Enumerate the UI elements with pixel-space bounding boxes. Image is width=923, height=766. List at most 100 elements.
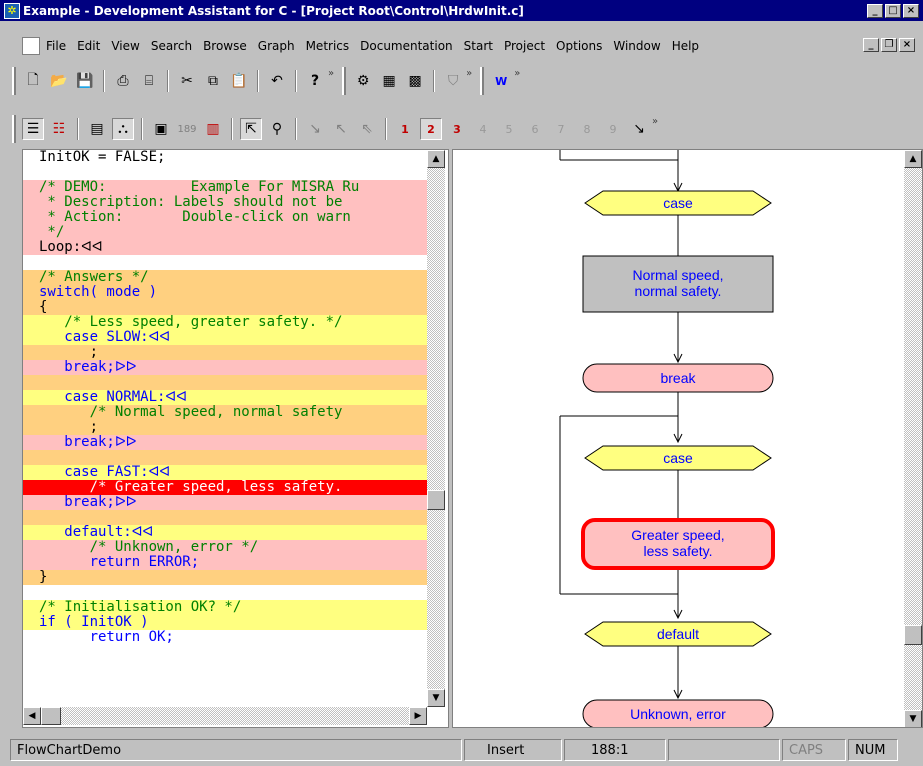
code-line[interactable]: * Action: Double-click on warn [23, 210, 427, 225]
menu-edit[interactable]: Edit [77, 39, 100, 53]
code-horizontal-scrollbar[interactable]: ◀ ▶ [23, 707, 427, 725]
help-icon[interactable]: ? [304, 70, 326, 92]
doc-close-button[interactable]: × [899, 38, 915, 52]
code-line[interactable]: /* Greater speed, less safety. [23, 480, 427, 495]
word-export-icon[interactable]: W [490, 70, 512, 92]
level-9-icon[interactable]: 9 [602, 118, 624, 140]
code-text[interactable]: InitOK = FALSE; /* DEMO: Example For MIS… [23, 150, 427, 707]
close-button[interactable]: × [903, 3, 919, 18]
level-3-icon[interactable]: 3 [446, 118, 468, 140]
doc-minimize-button[interactable]: _ [863, 38, 879, 52]
toolbar-grip[interactable] [12, 67, 16, 95]
code-vertical-scrollbar[interactable]: ▲ ▼ [427, 150, 445, 707]
code-line[interactable]: break;ᐅᐅ [23, 360, 427, 375]
arrow-diag-icon[interactable]: ⇖ [356, 118, 378, 140]
menu-window[interactable]: Window [613, 39, 660, 53]
level-4-icon[interactable]: 4 [472, 118, 494, 140]
maximize-button[interactable]: □ [885, 3, 901, 18]
paste-icon[interactable]: 📋 [228, 70, 250, 92]
flowchart-canvas[interactable]: case Normal speed,normal safety. break case… [453, 150, 906, 728]
document-icon[interactable] [22, 37, 40, 55]
menu-search[interactable]: Search [151, 39, 192, 53]
flow-vertical-scrollbar[interactable]: ▲ ▼ [904, 150, 922, 727]
split-view-icon[interactable]: ▤ [86, 118, 108, 140]
grid-icon[interactable]: ▩ [404, 70, 426, 92]
level-1-icon[interactable]: 1 [394, 118, 416, 140]
code-line[interactable] [23, 585, 427, 600]
zoom-icon[interactable]: ⚲ [266, 118, 288, 140]
code-line[interactable]: return ERROR; [23, 555, 427, 570]
code-line[interactable]: switch( mode ) [23, 285, 427, 300]
copy-icon[interactable]: ⧉ [202, 70, 224, 92]
level-6-icon[interactable]: 6 [524, 118, 546, 140]
toolbar-more-icon[interactable]: » [466, 68, 472, 79]
level-5-icon[interactable]: 5 [498, 118, 520, 140]
doc-restore-button[interactable]: ❐ [881, 38, 897, 52]
menu-start[interactable]: Start [464, 39, 493, 53]
scroll-down-icon[interactable]: ▼ [904, 710, 922, 727]
code-line[interactable]: break;ᐅᐅ [23, 435, 427, 450]
code-line[interactable]: */ [23, 225, 427, 240]
flow-view-icon[interactable]: ☷ [48, 118, 70, 140]
level-2-icon[interactable]: 2 [420, 118, 442, 140]
code-line[interactable]: /* Less speed, greater safety. */ [23, 315, 427, 330]
print-setup-icon[interactable]: ⌸ [138, 70, 160, 92]
code-line[interactable] [23, 510, 427, 525]
menu-browse[interactable]: Browse [203, 39, 247, 53]
numbers-icon[interactable]: 189 [176, 118, 198, 140]
code-line[interactable]: return OK; [23, 630, 427, 645]
menu-help[interactable]: Help [672, 39, 699, 53]
scroll-thumb[interactable] [904, 625, 922, 645]
code-line[interactable]: if ( InitOK ) [23, 615, 427, 630]
code-line[interactable]: case FAST:ᐊᐊ [23, 465, 427, 480]
scroll-up-icon[interactable]: ▲ [427, 150, 445, 168]
code-line[interactable]: } [23, 570, 427, 585]
toolbar-grip[interactable] [342, 67, 347, 95]
code-line[interactable]: default:ᐊᐊ [23, 525, 427, 540]
list-icon[interactable]: ▣ [150, 118, 172, 140]
level-8-icon[interactable]: 8 [576, 118, 598, 140]
code-line[interactable]: ; [23, 345, 427, 360]
code-line[interactable]: { [23, 300, 427, 315]
calendar-icon[interactable]: ▦ [378, 70, 400, 92]
menu-documentation[interactable]: Documentation [360, 39, 453, 53]
level-7-icon[interactable]: 7 [550, 118, 572, 140]
menu-metrics[interactable]: Metrics [306, 39, 350, 53]
code-line[interactable]: case NORMAL:ᐊᐊ [23, 390, 427, 405]
cut-icon[interactable]: ✂ [176, 70, 198, 92]
tree-view-icon[interactable]: ⛬ [112, 118, 134, 140]
select-icon[interactable]: ⇱ [240, 118, 262, 140]
filter-icon[interactable]: ⛉ [442, 70, 464, 92]
toolbar-more-icon[interactable]: » [328, 68, 334, 79]
menu-graph[interactable]: Graph [258, 39, 295, 53]
code-line[interactable]: ; [23, 420, 427, 435]
save-icon[interactable]: 💾 [74, 70, 96, 92]
print-icon[interactable]: ⎙ [112, 70, 134, 92]
scroll-left-icon[interactable]: ◀ [23, 707, 41, 725]
code-line[interactable] [23, 375, 427, 390]
toolbar-more-icon[interactable]: » [514, 68, 520, 79]
arrow-down-icon[interactable]: ↘ [304, 118, 326, 140]
code-line[interactable]: /* Initialisation OK? */ [23, 600, 427, 615]
menu-project[interactable]: Project [504, 39, 545, 53]
toolbar-grip[interactable] [480, 67, 485, 95]
toolbar-more-icon[interactable]: » [652, 116, 658, 127]
new-file-icon[interactable]: 🗋 [22, 70, 44, 92]
toolbar-grip[interactable] [12, 115, 16, 143]
menu-view[interactable]: View [111, 39, 139, 53]
scroll-up-icon[interactable]: ▲ [904, 150, 922, 168]
code-line[interactable]: /* Unknown, error */ [23, 540, 427, 555]
flowchart-pane[interactable]: case Normal speed, normal safety. break case… [452, 149, 923, 728]
code-line[interactable]: /* Normal speed, normal safety [23, 405, 427, 420]
app-icon[interactable]: ✲ [4, 2, 20, 19]
build-icon[interactable]: ⚙ [352, 70, 374, 92]
code-line[interactable]: Loop:ᐊᐊ [23, 240, 427, 255]
table-icon[interactable]: ▥ [202, 118, 224, 140]
scroll-right-icon[interactable]: ▶ [409, 707, 427, 725]
hscroll-thumb[interactable] [41, 707, 61, 725]
code-line[interactable] [23, 165, 427, 180]
code-line[interactable]: break;ᐅᐅ [23, 495, 427, 510]
code-line[interactable]: /* DEMO: Example For MISRA Ru [23, 180, 427, 195]
expand-icon[interactable]: ↘ [628, 118, 650, 140]
structure-view-icon[interactable]: ☰ [22, 118, 44, 140]
